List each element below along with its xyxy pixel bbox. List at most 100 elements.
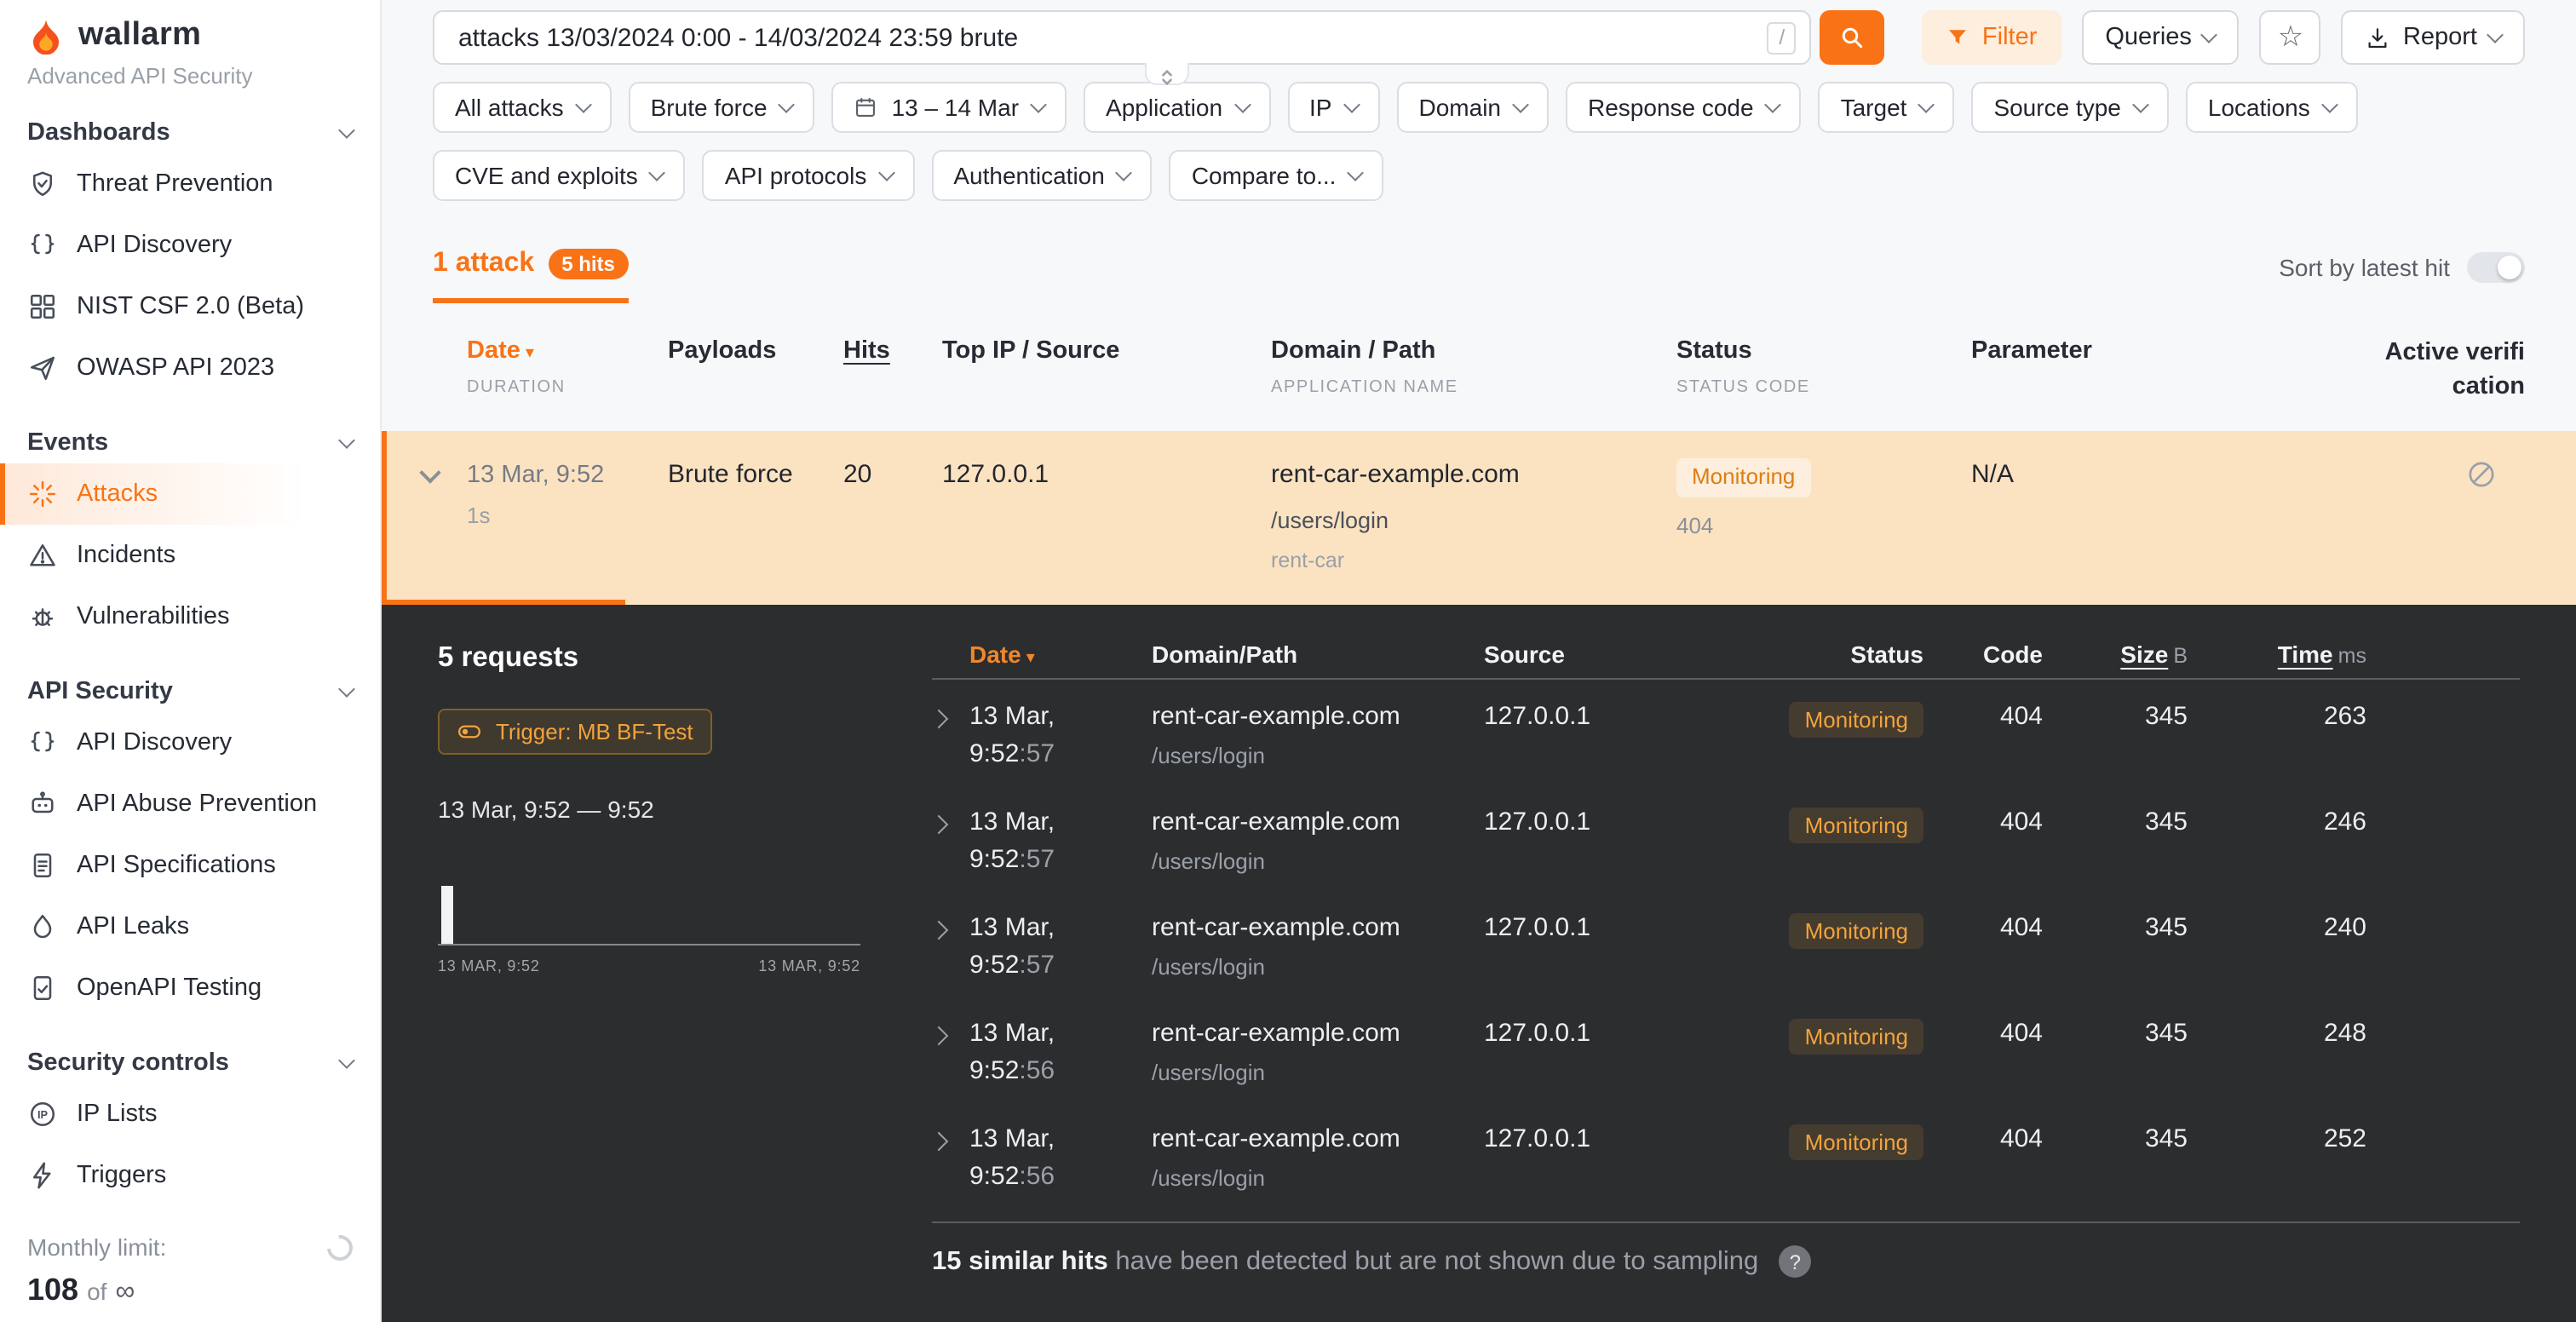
filter-chip-source-type[interactable]: Source type: [1971, 82, 2168, 133]
filter-chip-cve[interactable]: CVE and exploits: [433, 150, 686, 201]
filter-chip-compare-to[interactable]: Compare to...: [1170, 150, 1384, 201]
request-size-cell: 345: [2043, 1020, 2188, 1049]
column-header-hits[interactable]: Hits: [843, 337, 929, 365]
collapse-row-chevron-icon[interactable]: [419, 463, 440, 484]
star-icon: ☆: [2278, 20, 2304, 55]
column-header-time[interactable]: Timems: [2188, 641, 2366, 668]
attack-source-cell: 127.0.0.1: [942, 458, 1257, 491]
expand-row-chevron-icon[interactable]: [929, 1133, 949, 1152]
filter-chip-ip[interactable]: IP: [1287, 82, 1379, 133]
sidebar-item-openapi-testing[interactable]: OpenAPI Testing: [0, 957, 380, 1019]
sidebar-item-label: API Discovery: [77, 729, 232, 756]
sidebar-item-api-specifications[interactable]: API Specifications: [0, 835, 380, 896]
request-date-cell: 13 Mar,9:52:57: [969, 703, 1152, 769]
request-row[interactable]: 13 Mar,9:52:57 rent-car-example.com/user…: [932, 681, 2520, 786]
request-row[interactable]: 13 Mar,9:52:56 rent-car-example.com/user…: [932, 1103, 2520, 1209]
column-header-date[interactable]: Date▾: [969, 641, 1152, 668]
attack-domain: rent-car-example.com: [1271, 460, 1520, 489]
queries-button[interactable]: Queries: [2081, 10, 2240, 65]
search-input[interactable]: [455, 21, 1768, 54]
filter-chip-api-protocols[interactable]: API protocols: [703, 150, 915, 201]
filter-chip-response-code[interactable]: Response code: [1566, 82, 1802, 133]
search-button[interactable]: [1820, 10, 1885, 65]
chevron-down-icon: [1918, 95, 1935, 112]
attack-payload-cell: Brute force: [668, 458, 830, 491]
filter-button[interactable]: Filter: [1923, 10, 2061, 65]
sidebar-item-label: Threat Prevention: [77, 170, 273, 198]
filter-chip-authentication[interactable]: Authentication: [931, 150, 1152, 201]
expand-row-chevron-icon[interactable]: [929, 922, 949, 941]
report-button[interactable]: Report: [2342, 10, 2525, 65]
sidebar-item-label: Attacks: [77, 480, 158, 508]
request-source-cell: 127.0.0.1: [1484, 914, 1722, 943]
expand-row-chevron-icon[interactable]: [929, 816, 949, 836]
brand[interactable]: wallarm: [0, 14, 380, 58]
chevron-down-icon: [877, 164, 894, 181]
status-badge: Monitoring: [1790, 914, 1923, 950]
similar-hits-text: have been detected but are not shown due…: [1115, 1247, 1758, 1276]
topbar-actions: Filter Queries ☆ Report: [1923, 10, 2525, 65]
filter-chip-locations[interactable]: Locations: [2186, 82, 2358, 133]
sidebar-section-security-controls[interactable]: Security controls: [0, 1043, 380, 1083]
request-time-cell: 246: [2188, 808, 2366, 837]
chevron-down-icon: [1348, 164, 1365, 181]
request-domain-cell: rent-car-example.com/users/login: [1152, 703, 1484, 769]
request-date-cell: 13 Mar,9:52:56: [969, 1125, 1152, 1192]
sidebar-item-api-leaks[interactable]: API Leaks: [0, 896, 380, 957]
column-header-size[interactable]: SizeB: [2043, 641, 2188, 668]
robot-icon: [27, 789, 58, 819]
request-date-cell: 13 Mar,9:52:57: [969, 808, 1152, 875]
status-badge: Monitoring: [1790, 1125, 1923, 1161]
sort-desc-icon: ▾: [1026, 649, 1035, 668]
attack-burst-icon: [27, 479, 58, 509]
filter-chip-target[interactable]: Target: [1819, 82, 1955, 133]
request-row[interactable]: 13 Mar,9:52:57 rent-car-example.com/user…: [932, 786, 2520, 892]
request-row[interactable]: 13 Mar,9:52:57 rent-car-example.com/user…: [932, 892, 2520, 997]
request-status-cell: Monitoring: [1736, 703, 1923, 739]
sidebar-item-label: Triggers: [77, 1162, 166, 1189]
chart-bar[interactable]: [441, 887, 453, 945]
expand-row-chevron-icon[interactable]: [929, 710, 949, 730]
requests-mini-chart: 13 MAR, 9:52 13 MAR, 9:52: [438, 882, 860, 975]
warning-triangle-icon: [27, 540, 58, 571]
sidebar-item-api-discovery[interactable]: API Discovery: [0, 215, 380, 276]
column-header-date[interactable]: Date▾ DURATION: [467, 337, 654, 397]
filter-chip-application[interactable]: Application: [1084, 82, 1270, 133]
status-badge: Monitoring: [1790, 703, 1923, 739]
similar-hits-count: 15 similar hits: [932, 1247, 1108, 1276]
filter-chip-all-attacks[interactable]: All attacks: [433, 82, 612, 133]
collapse-filters-handle[interactable]: [1145, 63, 1189, 85]
tab-attacks-count[interactable]: 1 attack 5 hits: [433, 249, 629, 303]
sidebar-item-nist-csf[interactable]: NIST CSF 2.0 (Beta): [0, 276, 380, 337]
search-bar[interactable]: /: [433, 10, 1812, 65]
download-icon: [2366, 25, 2391, 50]
sidebar-section-api-security[interactable]: API Security: [0, 671, 380, 712]
calendar-icon: [854, 95, 878, 119]
sidebar-item-triggers[interactable]: Triggers: [0, 1145, 380, 1206]
request-time-cell: 252: [2188, 1125, 2366, 1154]
sort-toggle[interactable]: [2467, 252, 2525, 283]
sidebar-item-owasp[interactable]: OWASP API 2023: [0, 337, 380, 399]
attack-row[interactable]: 13 Mar, 9:52 1s Brute force 20 127.0.0.1…: [382, 431, 2576, 606]
sidebar-item-ip-lists[interactable]: IP IP Lists: [0, 1083, 380, 1145]
filter-chip-domain[interactable]: Domain: [1397, 82, 1550, 133]
favorite-star-button[interactable]: ☆: [2260, 10, 2321, 65]
expand-row-chevron-icon[interactable]: [929, 1027, 949, 1047]
sidebar-item-api-discovery-2[interactable]: API Discovery: [0, 712, 380, 773]
trigger-label: Trigger: MB BF-Test: [496, 720, 693, 745]
request-date-cell: 13 Mar,9:52:56: [969, 1020, 1152, 1086]
filter-chip-brute-force[interactable]: Brute force: [629, 82, 815, 133]
sidebar-item-incidents[interactable]: Incidents: [0, 525, 380, 586]
trigger-chip[interactable]: Trigger: MB BF-Test: [438, 710, 712, 756]
sidebar-item-vulnerabilities[interactable]: Vulnerabilities: [0, 586, 380, 647]
request-row[interactable]: 13 Mar,9:52:56 rent-car-example.com/user…: [932, 997, 2520, 1103]
sidebar-item-threat-prevention[interactable]: Threat Prevention: [0, 153, 380, 215]
sidebar-item-api-abuse-prevention[interactable]: API Abuse Prevention: [0, 773, 380, 835]
chart-x-label-start: 13 MAR, 9:52: [438, 958, 540, 975]
help-icon[interactable]: ?: [1779, 1246, 1811, 1279]
filter-chip-date-range[interactable]: 13 – 14 Mar: [832, 82, 1067, 133]
sidebar-section-dashboards[interactable]: Dashboards: [0, 112, 380, 153]
sidebar-section-events[interactable]: Events: [0, 422, 380, 463]
no-verification-icon[interactable]: [2465, 458, 2498, 491]
sidebar-item-attacks[interactable]: Attacks: [0, 463, 380, 525]
